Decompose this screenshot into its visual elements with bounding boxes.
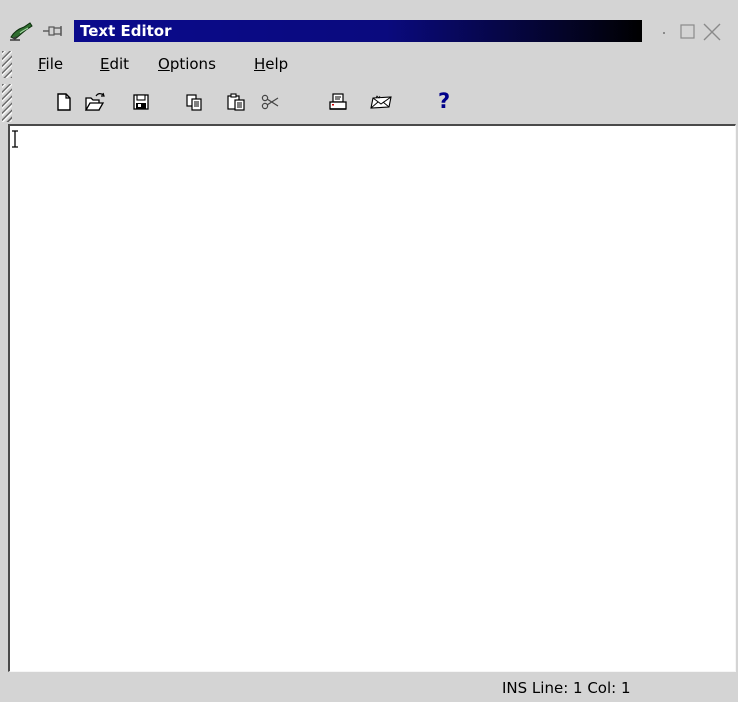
paste-button[interactable] [222,88,250,116]
status-text: INS Line: 1 Col: 1 [502,679,631,697]
copy-icon [186,94,202,111]
maximize-icon[interactable] [678,22,698,42]
new-document-icon [57,93,71,111]
menu-help-label: elp [265,55,289,73]
text-editor-area[interactable] [12,128,730,668]
print-icon [329,93,347,110]
mail-icon [370,95,392,109]
menu-file[interactable]: File [38,52,63,76]
window-title: Text Editor [80,22,172,40]
menu-file-label: ile [45,55,64,73]
tool-bar: ? [0,82,738,122]
save-button[interactable] [127,88,155,116]
cut-button[interactable] [256,88,284,116]
mail-button[interactable] [366,88,394,116]
cut-scissors-icon [261,94,279,110]
toolbar-grip[interactable] [2,84,12,122]
open-file-button[interactable] [80,88,108,116]
copy-button[interactable] [180,88,208,116]
pin-icon[interactable] [42,23,66,39]
help-button[interactable]: ? [430,88,458,116]
open-folder-icon [84,92,105,111]
paste-icon [227,93,245,111]
menubar-grip[interactable] [2,51,12,78]
print-button[interactable] [324,88,352,116]
new-document-button[interactable] [50,88,78,116]
menu-options-mnemonic: O [158,55,170,73]
close-icon[interactable] [702,22,722,42]
help-icon: ? [438,89,451,113]
menu-options-label: ptions [169,55,216,73]
menu-help-mnemonic: H [254,55,266,73]
menu-edit-label: dit [109,55,130,73]
menu-bar: File Edit Options Help [0,48,738,81]
status-bar: INS Line: 1 Col: 1 [0,674,738,702]
menu-file-mnemonic: F [38,55,46,73]
text-editor-window: Text Editor File Edit Options Help ? INS… [0,0,738,702]
title-bar[interactable]: Text Editor [0,14,738,48]
minimize-icon[interactable] [655,22,675,42]
menu-options[interactable]: Options [158,52,216,76]
editor-frame [8,124,736,672]
menu-help[interactable]: Help [254,52,288,76]
editor-pen-icon[interactable] [8,20,34,42]
save-disk-icon [133,94,149,110]
menu-edit[interactable]: Edit [100,52,129,76]
